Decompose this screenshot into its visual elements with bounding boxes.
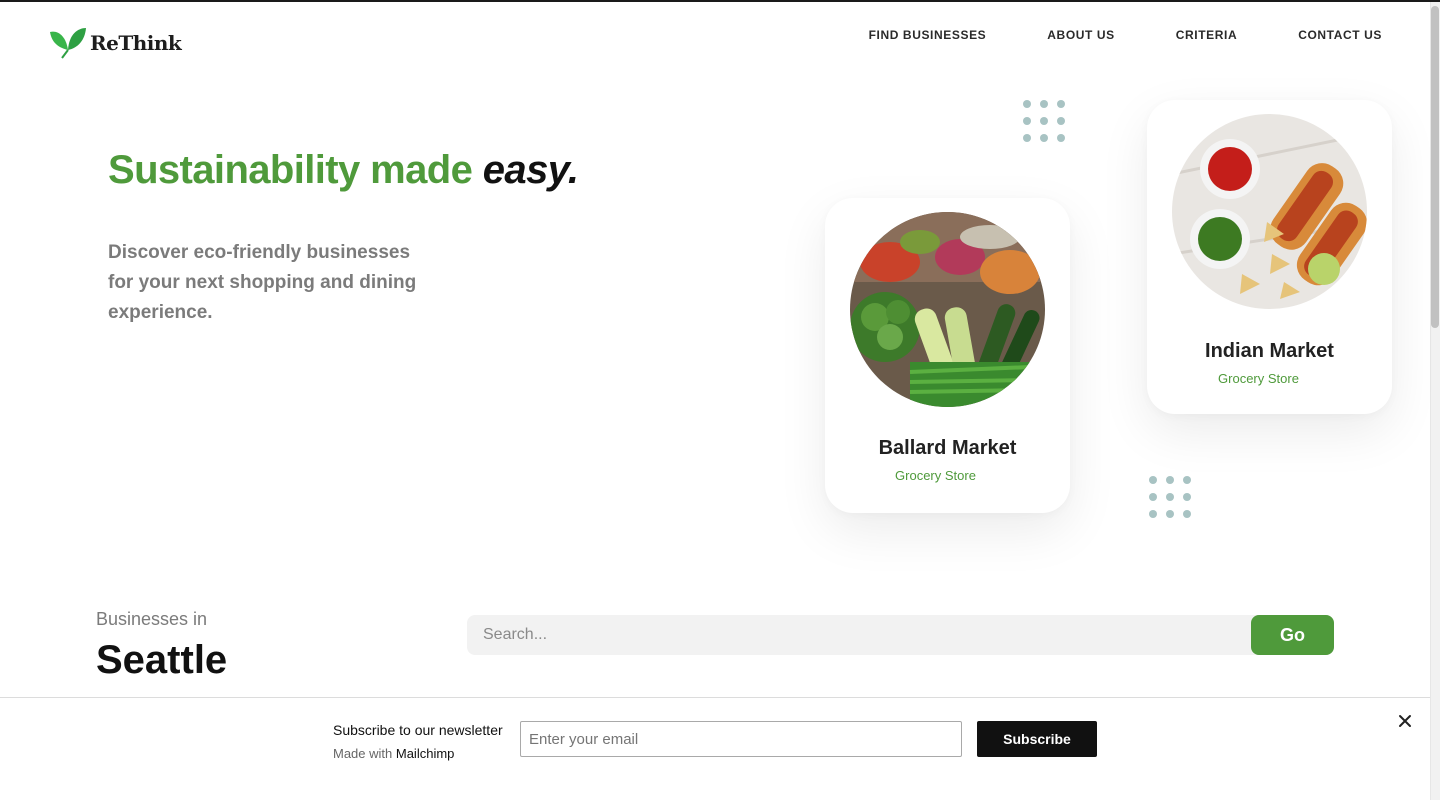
business-card-indian-market[interactable]: Indian Market Grocery Store [1147, 100, 1392, 414]
business-card-ballard-market[interactable]: Ballard Market Grocery Store [825, 198, 1070, 513]
page-scrollbar[interactable] [1430, 2, 1440, 800]
nav-about-us[interactable]: ABOUT US [1047, 28, 1114, 42]
card-title: Indian Market [1205, 340, 1334, 362]
businesses-label: Businesses in [96, 609, 208, 629]
leaf-icon [48, 26, 88, 60]
hero-title: Sustainability made easy. [108, 148, 579, 193]
made-with-prefix: Made with [333, 746, 396, 761]
close-icon[interactable] [1396, 712, 1414, 730]
mailchimp-link[interactable]: Mailchimp [396, 746, 455, 761]
nav-contact-us[interactable]: CONTACT US [1298, 28, 1382, 42]
newsletter-bar: Subscribe to our newsletter Made with Ma… [0, 697, 1430, 800]
hero-title-emphasis: easy. [482, 148, 579, 192]
main-nav: FIND BUSINESSES ABOUT US CRITERIA CONTAC… [869, 28, 1382, 42]
scrollbar-thumb[interactable] [1431, 6, 1439, 328]
hero-subtitle: Discover eco-friendly businesses for you… [108, 242, 417, 323]
logo-text: ReThink [90, 31, 182, 55]
window-top-border [0, 0, 1440, 2]
card-title: Ballard Market [878, 437, 1017, 459]
food-platter-photo [1172, 114, 1367, 309]
decorative-dots-top [1023, 100, 1065, 142]
hero-title-green: Sustainability made [108, 148, 473, 192]
go-button[interactable]: Go [1251, 615, 1334, 655]
card-category: Grocery Store [895, 468, 976, 483]
nav-find-businesses[interactable]: FIND BUSINESSES [869, 28, 987, 42]
nav-criteria[interactable]: CRITERIA [1176, 28, 1237, 42]
subscribe-button[interactable]: Subscribe [977, 721, 1097, 757]
decorative-dots-bottom [1149, 476, 1191, 518]
vegetables-photo [850, 212, 1045, 407]
search-input[interactable] [467, 615, 1267, 655]
rethink-logo[interactable]: ReThink [48, 26, 182, 60]
newsletter-title: Subscribe to our newsletter [333, 722, 503, 738]
card-category: Grocery Store [1218, 371, 1299, 386]
email-field[interactable] [520, 721, 962, 757]
mailchimp-credit: Made with Mailchimp [333, 746, 454, 761]
city-heading: Seattle [96, 638, 228, 682]
